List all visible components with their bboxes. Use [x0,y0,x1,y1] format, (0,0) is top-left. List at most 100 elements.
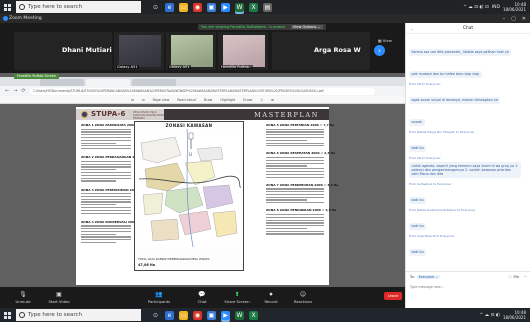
chrome-icon[interactable]: ◉ [193,2,202,12]
svg-text:U: U [189,152,192,157]
refresh-icon[interactable]: ⟳ [21,88,25,94]
chat-message: pak mudasir dan bu hafee baru siap siap [409,60,528,79]
message-sender: From Me to Everyone: [409,82,441,86]
more-icon[interactable]: ⋯ [523,275,527,279]
message-text: baik bu [409,144,427,152]
taskbar-search[interactable]: Type here to search [16,309,141,321]
forward-icon[interactable]: → [13,88,17,94]
excel-icon[interactable]: X [249,310,258,320]
browser-tab-active[interactable] [86,79,130,86]
maximize-icon[interactable]: ▢ [511,16,516,22]
reactions-button[interactable]: ☺ Reactions [288,287,318,308]
task-view-icon[interactable]: ⊙ [151,3,160,12]
minimize-icon[interactable]: – [503,16,506,22]
participants-button[interactable]: 👥 Participants [140,287,178,308]
view-button[interactable]: ▦ View [378,38,392,43]
pdf-tool-button[interactable]: ⊟ [131,98,134,102]
record-icon: ⏺ [269,291,273,298]
message-sender: From Me to Everyone: [409,156,441,160]
browser-tab[interactable] [132,79,176,86]
pdf-tool-button[interactable]: ⊡ [142,98,145,102]
tray-icons[interactable]: ^ ☁ ⊡ ◖) [479,313,499,318]
view-options-button[interactable]: View Options ⌄ [290,25,323,29]
zone-title: ZONA 6 ZONA KESEHATAN 2000 = 2,3 Ha [266,151,336,156]
back-icon[interactable]: ← [5,88,9,94]
zoom-taskbar-icon[interactable]: ▶ [221,2,230,12]
participant-tile[interactable]: Galaxy A51 [114,32,164,70]
control-label: Participants [147,299,171,304]
gallery-next-button[interactable]: › [374,45,385,56]
pdf-tool-button[interactable]: Draw [204,98,213,102]
chrome-icon[interactable]: ◉ [193,310,202,320]
chat-message: From Me to Everyone: agak susah sinyal d… [409,82,528,105]
zone-block: ZONA 3 ZONA PERMUKIMAN 2000 = 5,6 Ha [81,187,154,214]
chat-to-label: To: [410,275,415,279]
pdf-tool-button[interactable]: Page view [153,98,170,102]
close-icon[interactable]: ✕ [522,16,526,22]
control-label: Share Screen [224,299,250,304]
folder-icon[interactable]: ▭ [179,2,188,12]
pdf-tool-button[interactable]: ⊞ [271,98,274,102]
start-button[interactable] [0,308,14,322]
start-video-button[interactable]: ▣ Start Video [42,287,76,308]
language-indicator[interactable]: IND [492,5,500,10]
share-screen-button[interactable]: ⬆ Share Screen [220,287,254,308]
folder-icon[interactable]: ▭ [179,310,188,320]
zoom-taskbar-icon[interactable]: ▶ [221,310,230,320]
participant-tile[interactable]: Dhani Mutiari [14,32,112,70]
chat-button[interactable]: 💬 Chat [192,287,212,308]
file-button[interactable]: 📄 File [508,275,519,279]
word-icon[interactable]: W [235,2,244,12]
store-icon[interactable]: ▣ [207,310,216,320]
chat-footer: To: Everyone ⌄ 📄 File ⋯ [406,271,530,308]
chat-input[interactable] [410,282,525,292]
pdf-tool-button[interactable]: Read aloud [177,98,195,102]
task-view-icon[interactable]: ⊙ [151,311,160,320]
browser-tab[interactable] [40,79,84,86]
clock[interactable]: 10:48 18/06/2021 [503,310,526,320]
zone-block: ZONA 4 ZONA KONSERVASI 2000 = 8,8 Ha [81,220,152,244]
zone-title: ZONA 1 ZONA PARIWISATA 2000 = 5,6 Ha [81,123,151,127]
chat-message: From Kurtastura to Everyone: baik bu [409,182,528,205]
participant-tile[interactable]: Galaxy A51 [166,32,216,70]
participant-tile[interactable]: Arga Rosa W [272,32,370,70]
taskbar-search[interactable]: Type here to search [16,1,141,13]
browser-address-bar: ← → ⟳ C:/Users/HP/Documents/STUPA-6/STUD… [0,86,405,96]
zone-title: ZONA 5 ZONA PERTANIAN 2000 = 7,7 Ha [266,123,335,127]
message-sender: From Nabila Kurtarama Rufdanro to Everyo… [409,208,476,212]
pdf-stupa-title: STUPA-6 [91,110,126,118]
start-button[interactable] [0,0,14,14]
windows-icon [3,311,11,319]
pdf-tool-button[interactable]: ⎙ [260,98,263,102]
chat-message: karena ssa use dita presenter_ Nabila sa… [409,38,528,57]
tray-icons[interactable]: ^ ☁ ⊡ ◖) ⊡ [463,5,489,10]
zoning-map: ZONASI KAWASAN U TOTAL LUAS DAERAH PEREN… [134,121,244,271]
clock[interactable]: 10:48 18/06/2021 [503,2,526,12]
chat-recipient-select[interactable]: Everyone ⌄ [416,275,440,279]
taskbar-search-placeholder: Type here to search [28,312,83,318]
zone-title: ZONA 3 ZONA PERMUKIMAN 2000 = 5,6 Ha [81,187,154,192]
leave-button[interactable]: Leave [384,292,402,300]
pdf-tool-button[interactable]: Erase [243,98,252,102]
pdf-header-right: MASTERPLAN [164,109,329,120]
app-icon[interactable]: ▤ [263,2,272,12]
system-tray: ^ ☁ ⊡ ◖) 10:48 18/06/2021 [479,310,530,320]
edge-icon[interactable]: e [165,2,174,12]
participant-tile[interactable]: Faradilla Ruftab... [218,32,268,70]
unmute-button[interactable]: 🎙 Unmute [8,287,38,308]
chevron-right-icon: › [378,46,381,55]
url-field[interactable]: C:/Users/HP/Documents/STUPA-6/STUDIO%20P… [29,87,375,95]
control-label: Record [264,299,278,304]
record-button[interactable]: ⏺ Record [258,287,284,308]
zone-block: ZONA 5 ZONA PERTANIAN 2000 = 7,7 Ha [266,123,335,147]
taskbar-bottom: Type here to search ⊙ e ▭ ◉ ▣ ▶ W X ^ ☁ … [0,308,530,322]
word-icon[interactable]: W [235,310,244,320]
message-sender: From Arga Rosa W to Everyone: [409,234,455,238]
store-icon[interactable]: ▣ [207,2,216,12]
search-icon [19,312,25,318]
chevron-down-icon[interactable]: ⌄ [410,26,413,31]
pdf-toolbar: ⊟ ⊡ Page view Read aloud Draw Highlight Erase ⎙… [0,96,405,104]
pdf-tool-button[interactable]: Highlight [220,98,235,102]
edge-icon[interactable]: e [165,310,174,320]
excel-icon[interactable]: X [249,2,258,12]
